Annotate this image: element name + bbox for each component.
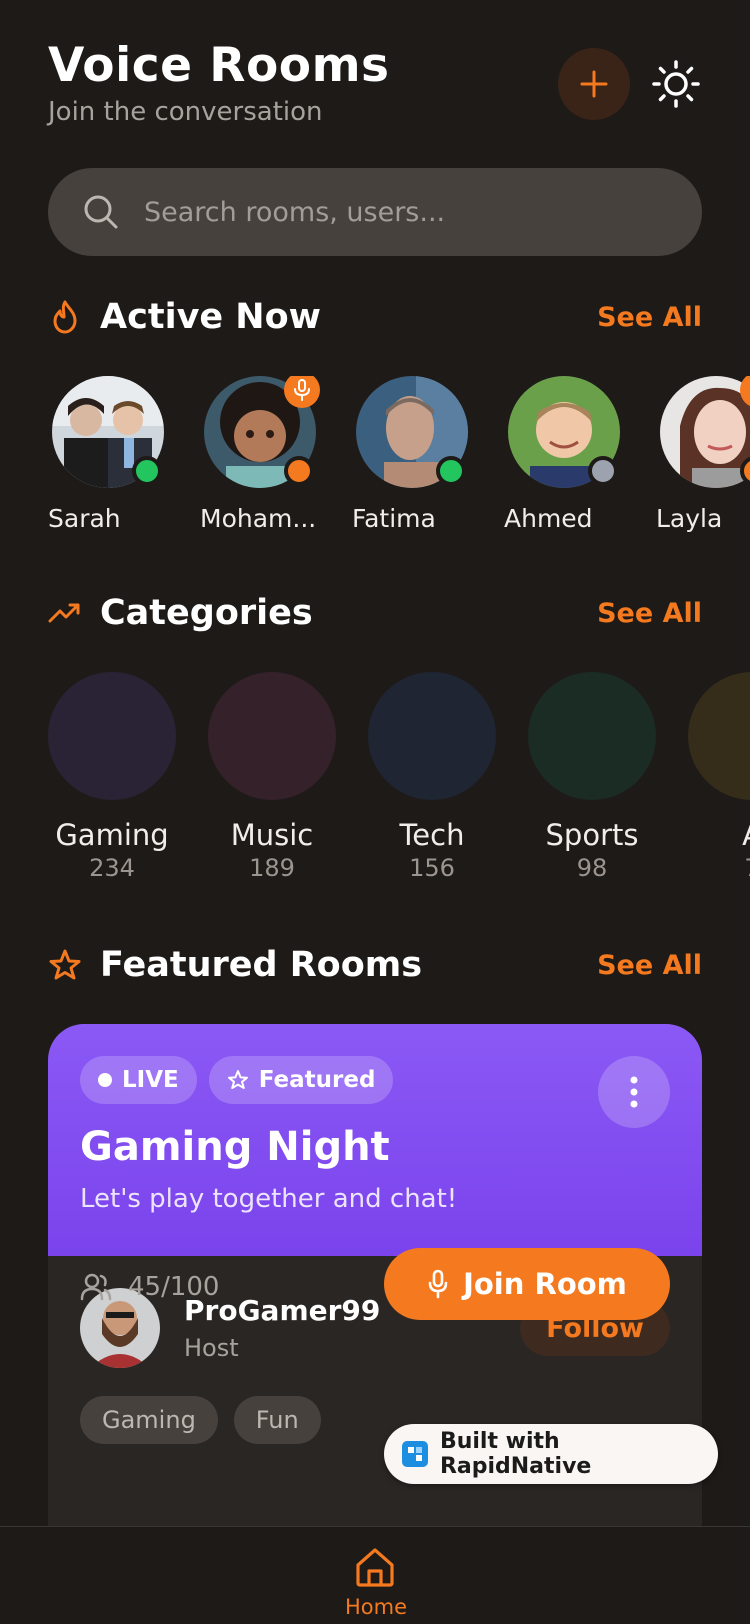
users-icon <box>80 1273 112 1301</box>
home-icon <box>356 1548 394 1587</box>
host-role: Host <box>184 1334 239 1362</box>
category-icon-circle <box>208 672 336 800</box>
section-title: Categories <box>100 593 313 633</box>
user-name: Fatima <box>352 504 436 533</box>
nav-home-label: Home <box>345 1595 408 1619</box>
room-title: Gaming Night <box>80 1124 390 1170</box>
category-sports[interactable]: Sports 98 <box>528 672 656 882</box>
category-count: 98 <box>576 854 608 882</box>
busy-status-dot <box>284 456 314 486</box>
category-name: Sports <box>545 818 639 852</box>
online-status-dot <box>132 456 162 486</box>
category-name: Gaming <box>55 818 169 852</box>
rapidnative-logo-icon <box>402 1441 428 1467</box>
flame-icon <box>48 300 82 334</box>
room-card-header: LIVE Featured Gaming Night Let's play to… <box>48 1024 702 1256</box>
user-name: Moham... <box>200 504 317 533</box>
bottom-nav: Home <box>0 1526 750 1624</box>
join-room-button[interactable]: Join Room <box>384 1248 670 1320</box>
mic-icon <box>294 379 310 401</box>
category-icon-circle <box>688 672 750 800</box>
categories-header: Categories See All <box>48 588 702 638</box>
nav-tab-home[interactable]: Home <box>345 1545 408 1619</box>
join-room-label: Join Room <box>463 1267 627 1301</box>
mic-icon <box>428 1269 448 1299</box>
live-dot-icon <box>98 1073 112 1087</box>
category-name: Tech <box>399 818 465 852</box>
room-description: Let's play together and chat! <box>80 1184 458 1214</box>
room-options-button[interactable] <box>598 1056 670 1128</box>
plus-icon <box>580 70 608 98</box>
star-icon <box>227 1070 248 1089</box>
category-count: 189 <box>249 854 295 882</box>
live-label: LIVE <box>122 1067 179 1093</box>
user-name: Ahmed <box>504 504 593 533</box>
offline-status-dot <box>588 456 618 486</box>
category-tech[interactable]: Tech 156 <box>368 672 496 882</box>
category-name: A <box>688 818 750 852</box>
category-count: 7 <box>688 854 750 882</box>
category-count: 156 <box>409 854 455 882</box>
member-count: 45/100 <box>80 1272 219 1302</box>
speaking-badge <box>284 376 320 408</box>
built-with-badge[interactable]: Built with RapidNative <box>384 1424 718 1484</box>
header: Voice Rooms Join the conversation <box>48 38 702 138</box>
active-now-see-all-link[interactable]: See All <box>597 302 702 333</box>
category-count: 234 <box>89 854 135 882</box>
section-title: Active Now <box>100 297 321 337</box>
active-users-list[interactable]: Sarah Moham... Fatima Ahmed Layla <box>48 376 750 536</box>
member-count-text: 45/100 <box>128 1272 220 1302</box>
search-icon <box>84 195 118 229</box>
category-icon-circle <box>368 672 496 800</box>
live-badge: LIVE <box>80 1056 197 1104</box>
category-name: Music <box>230 818 314 852</box>
categories-list[interactable]: Gaming 234 Music 189 Tech 156 Sports 98 … <box>48 672 750 892</box>
category-music[interactable]: Music 189 <box>208 672 336 882</box>
user-name: Sarah <box>48 504 121 533</box>
avatar <box>660 376 750 488</box>
search-bar[interactable] <box>48 168 702 256</box>
more-vertical-icon <box>630 1076 638 1108</box>
featured-badge: Featured <box>208 1056 394 1104</box>
active-now-header: Active Now See All <box>48 292 702 342</box>
room-tag[interactable]: Gaming <box>80 1396 218 1444</box>
category-partial[interactable]: A 7 <box>688 672 750 882</box>
section-title: Featured Rooms <box>100 945 423 985</box>
theme-toggle-button[interactable] <box>650 58 702 110</box>
featured-see-all-link[interactable]: See All <box>597 950 702 981</box>
trending-up-icon <box>48 596 82 630</box>
sun-icon <box>652 60 700 108</box>
featured-label: Featured <box>258 1067 376 1093</box>
online-status-dot <box>436 456 466 486</box>
app-screen: Voice Rooms Join the conversation Search… <box>0 0 750 1624</box>
built-with-text: Built with RapidNative <box>439 1429 592 1479</box>
categories-see-all-link[interactable]: See All <box>597 598 702 629</box>
featured-rooms-header: Featured Rooms See All <box>48 940 702 990</box>
room-tag[interactable]: Fun <box>233 1396 321 1444</box>
category-icon-circle <box>528 672 656 800</box>
category-gaming[interactable]: Gaming 234 <box>48 672 176 882</box>
create-room-button[interactable] <box>558 48 630 120</box>
star-icon <box>48 948 82 982</box>
search-input[interactable] <box>144 196 664 228</box>
category-icon-circle <box>48 672 176 800</box>
user-name: Layla <box>656 504 723 533</box>
